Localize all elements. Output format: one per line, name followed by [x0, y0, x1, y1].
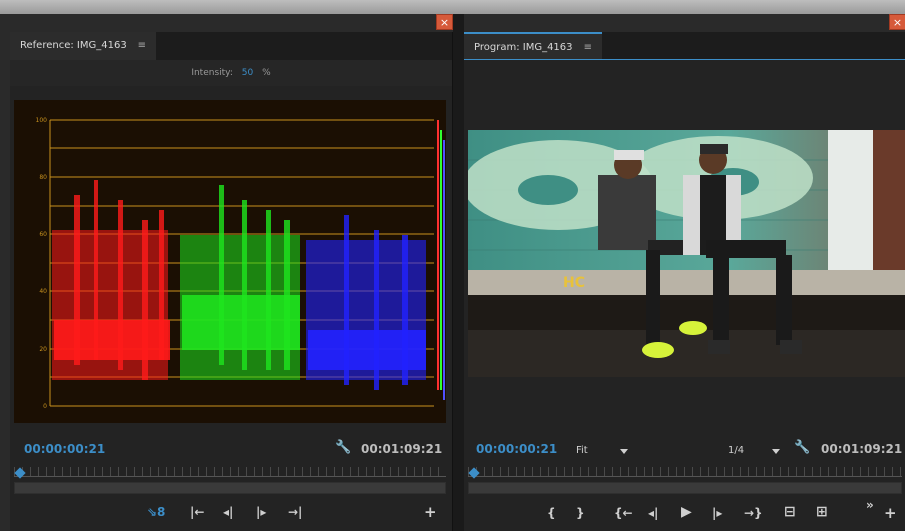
- window-top-strip: [0, 0, 905, 14]
- video-frame-image: HC: [468, 130, 905, 377]
- wrench-icon[interactable]: 🔧: [794, 440, 810, 455]
- frame-back-button[interactable]: ◂|: [648, 506, 658, 520]
- panel-divider[interactable]: [453, 14, 464, 531]
- reference-zoom-bar[interactable]: [14, 482, 446, 494]
- go-to-in-button[interactable]: {←: [614, 506, 633, 520]
- green-channel: [180, 185, 300, 380]
- scope-tick: 60: [39, 231, 47, 238]
- step-back-button[interactable]: |←: [190, 505, 204, 519]
- intensity-value[interactable]: 50: [242, 68, 253, 78]
- scope-tick: 100: [36, 117, 48, 124]
- program-time-ruler[interactable]: [468, 467, 902, 477]
- more-controls-button[interactable]: »: [866, 498, 874, 512]
- scope-tick: 40: [39, 288, 47, 295]
- graffiti-text: HC: [563, 275, 585, 291]
- tab-program-label: Program: IMG_4163: [474, 42, 573, 53]
- play-button[interactable]: ▶: [681, 504, 692, 520]
- extract-button[interactable]: ⊞: [816, 504, 828, 520]
- program-video-frame: HC: [468, 130, 905, 377]
- frame-back-button[interactable]: ◂|: [223, 505, 233, 519]
- scope-tick: 0: [43, 403, 47, 410]
- scope-tick: 80: [39, 174, 47, 181]
- dropdown-icon: [620, 449, 628, 454]
- lift-button[interactable]: ⊟: [784, 504, 796, 520]
- tab-reference[interactable]: Reference: IMG_4163 ≡: [10, 32, 156, 60]
- go-to-out-button[interactable]: →}: [744, 506, 763, 520]
- program-tab-bar: Program: IMG_4163 ≡: [464, 32, 905, 60]
- mark-out-button[interactable]: }: [576, 506, 585, 520]
- add-button[interactable]: +: [884, 504, 897, 522]
- red-channel: [52, 180, 170, 380]
- marker-button[interactable]: ⇘8: [147, 505, 165, 519]
- reference-timecode-total: 00:01:09:21: [361, 442, 443, 456]
- tab-reference-label: Reference: IMG_4163: [20, 40, 127, 51]
- menu-icon[interactable]: ≡: [584, 34, 592, 62]
- close-icon[interactable]: ×: [436, 14, 453, 30]
- reference-tab-bar: Reference: IMG_4163 ≡: [10, 32, 452, 60]
- rgb-parade-graph: 100 80 60 40 20 0: [36, 117, 445, 410]
- menu-icon[interactable]: ≡: [138, 32, 146, 60]
- reference-timecode-current[interactable]: 00:00:00:21: [24, 442, 105, 456]
- frame-forward-button[interactable]: |▸: [256, 505, 266, 519]
- intensity-control: Intensity: 50 %: [10, 60, 452, 86]
- intensity-unit: %: [262, 68, 271, 78]
- program-timecode-total: 00:01:09:21: [821, 442, 903, 456]
- close-icon[interactable]: ×: [889, 14, 905, 30]
- program-timecode-current[interactable]: 00:00:00:21: [476, 442, 557, 456]
- tab-program[interactable]: Program: IMG_4163 ≡: [464, 32, 602, 60]
- mark-in-button[interactable]: {: [547, 506, 556, 520]
- rgb-parade-scope: 100 80 60 40 20 0: [14, 100, 446, 423]
- dropdown-icon: [772, 449, 780, 454]
- intensity-label: Intensity:: [191, 68, 233, 78]
- scope-tick: 20: [39, 346, 47, 353]
- frame-forward-button[interactable]: |▸: [712, 506, 722, 520]
- reference-time-ruler[interactable]: [14, 467, 446, 477]
- resolution-dropdown[interactable]: 1/4: [728, 445, 784, 456]
- wrench-icon[interactable]: 🔧: [335, 440, 351, 455]
- tab-active-underline: [464, 59, 905, 60]
- resolution-value: 1/4: [728, 445, 745, 456]
- step-forward-button[interactable]: →|: [288, 505, 302, 519]
- reference-panel: Reference: IMG_4163 ≡ Intensity: 50 % 10…: [10, 32, 453, 531]
- add-button[interactable]: +: [424, 503, 437, 521]
- program-zoom-bar[interactable]: [468, 482, 902, 494]
- zoom-dropdown[interactable]: Fit: [576, 445, 632, 456]
- blue-channel: [306, 215, 426, 390]
- program-panel: Program: IMG_4163 ≡ HC 00:00:00:21 Fit 1…: [464, 32, 905, 531]
- zoom-value: Fit: [576, 445, 588, 456]
